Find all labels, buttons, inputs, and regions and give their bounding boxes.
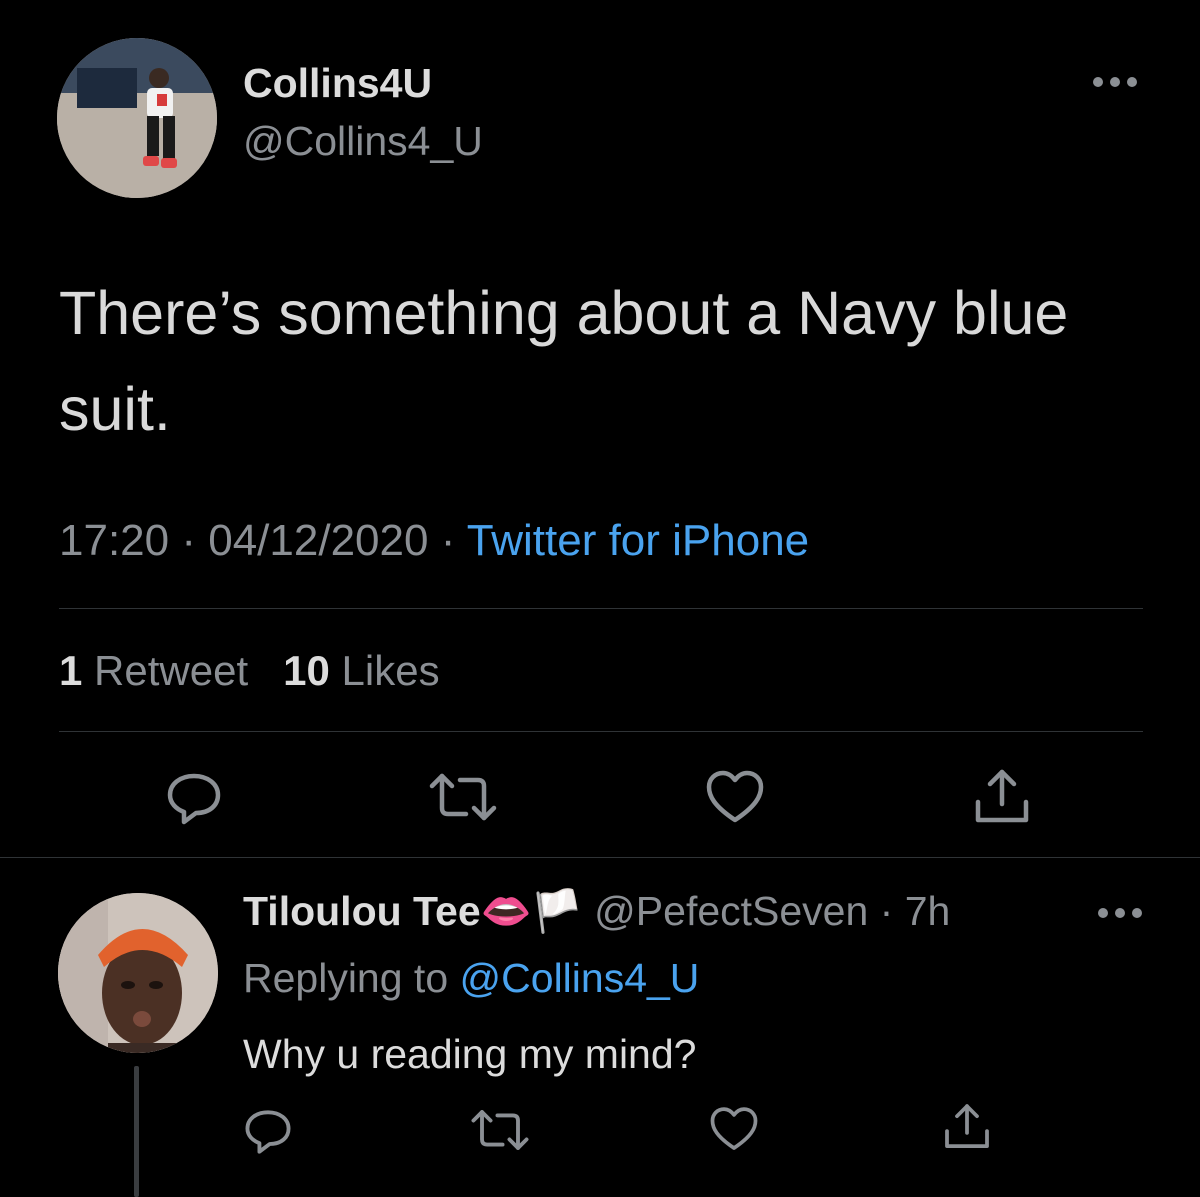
tweet-timestamp: 17:20 · 04/12/2020 · Twitter for iPhone: [59, 516, 809, 566]
tweet-time: 17:20: [59, 516, 170, 565]
likes-label: Likes: [341, 647, 440, 694]
author-avatar[interactable]: [57, 38, 217, 198]
meta-separator: ·: [181, 516, 209, 565]
author-handle[interactable]: @Collins4_U: [243, 118, 483, 165]
reply-author-handle[interactable]: @PefectSeven: [594, 888, 868, 934]
tweet-source-link[interactable]: Twitter for iPhone: [467, 516, 809, 565]
retweets-label: Retweet: [94, 647, 249, 694]
reply-author-line: Tiloulou Tee👄🏳️ @PefectSeven · 7h: [243, 888, 950, 936]
divider: [0, 857, 1200, 858]
divider: [59, 608, 1143, 609]
share-icon[interactable]: [942, 1102, 992, 1152]
replying-to-prefix: Replying to: [243, 955, 449, 1001]
retweets-stat[interactable]: 1 Retweet: [59, 647, 248, 694]
retweet-icon[interactable]: [470, 1108, 530, 1152]
thread-line: [134, 1066, 139, 1197]
tweet-date: 04/12/2020: [208, 516, 429, 565]
tweet-text: There’s something about a Navy blue suit…: [59, 279, 1069, 443]
meta-separator: ·: [868, 888, 905, 934]
likes-stat[interactable]: 10 Likes: [283, 647, 439, 694]
reply-author-emoji: 👄🏳️: [480, 888, 583, 934]
more-options-icon[interactable]: [1090, 75, 1140, 89]
reply-author-display-name[interactable]: Tiloulou Tee: [243, 888, 481, 934]
retweet-icon[interactable]: [428, 772, 498, 822]
reply-more-options-icon[interactable]: [1095, 906, 1145, 920]
tweet-stats: 1 Retweet 10 Likes: [59, 647, 440, 695]
share-icon[interactable]: [972, 768, 1032, 826]
likes-count: 10: [283, 647, 330, 694]
reply-text: Why u reading my mind?: [243, 1031, 697, 1077]
retweets-count: 1: [59, 647, 83, 694]
avatar-photo: [57, 38, 217, 198]
replying-to-line: Replying to @Collins4_U: [243, 955, 699, 1002]
reply-icon[interactable]: [166, 772, 222, 826]
reply-age: 7h: [904, 888, 951, 934]
divider: [59, 731, 1143, 732]
meta-separator: ·: [440, 516, 467, 565]
author-display-name[interactable]: Collins4U: [243, 60, 432, 107]
like-icon[interactable]: [706, 770, 764, 824]
avatar-photo: [58, 893, 218, 1053]
like-icon[interactable]: [710, 1106, 758, 1152]
reply-author-avatar[interactable]: [58, 893, 218, 1053]
replying-to-handle[interactable]: @Collins4_U: [460, 955, 700, 1001]
reply-icon[interactable]: [244, 1108, 292, 1156]
